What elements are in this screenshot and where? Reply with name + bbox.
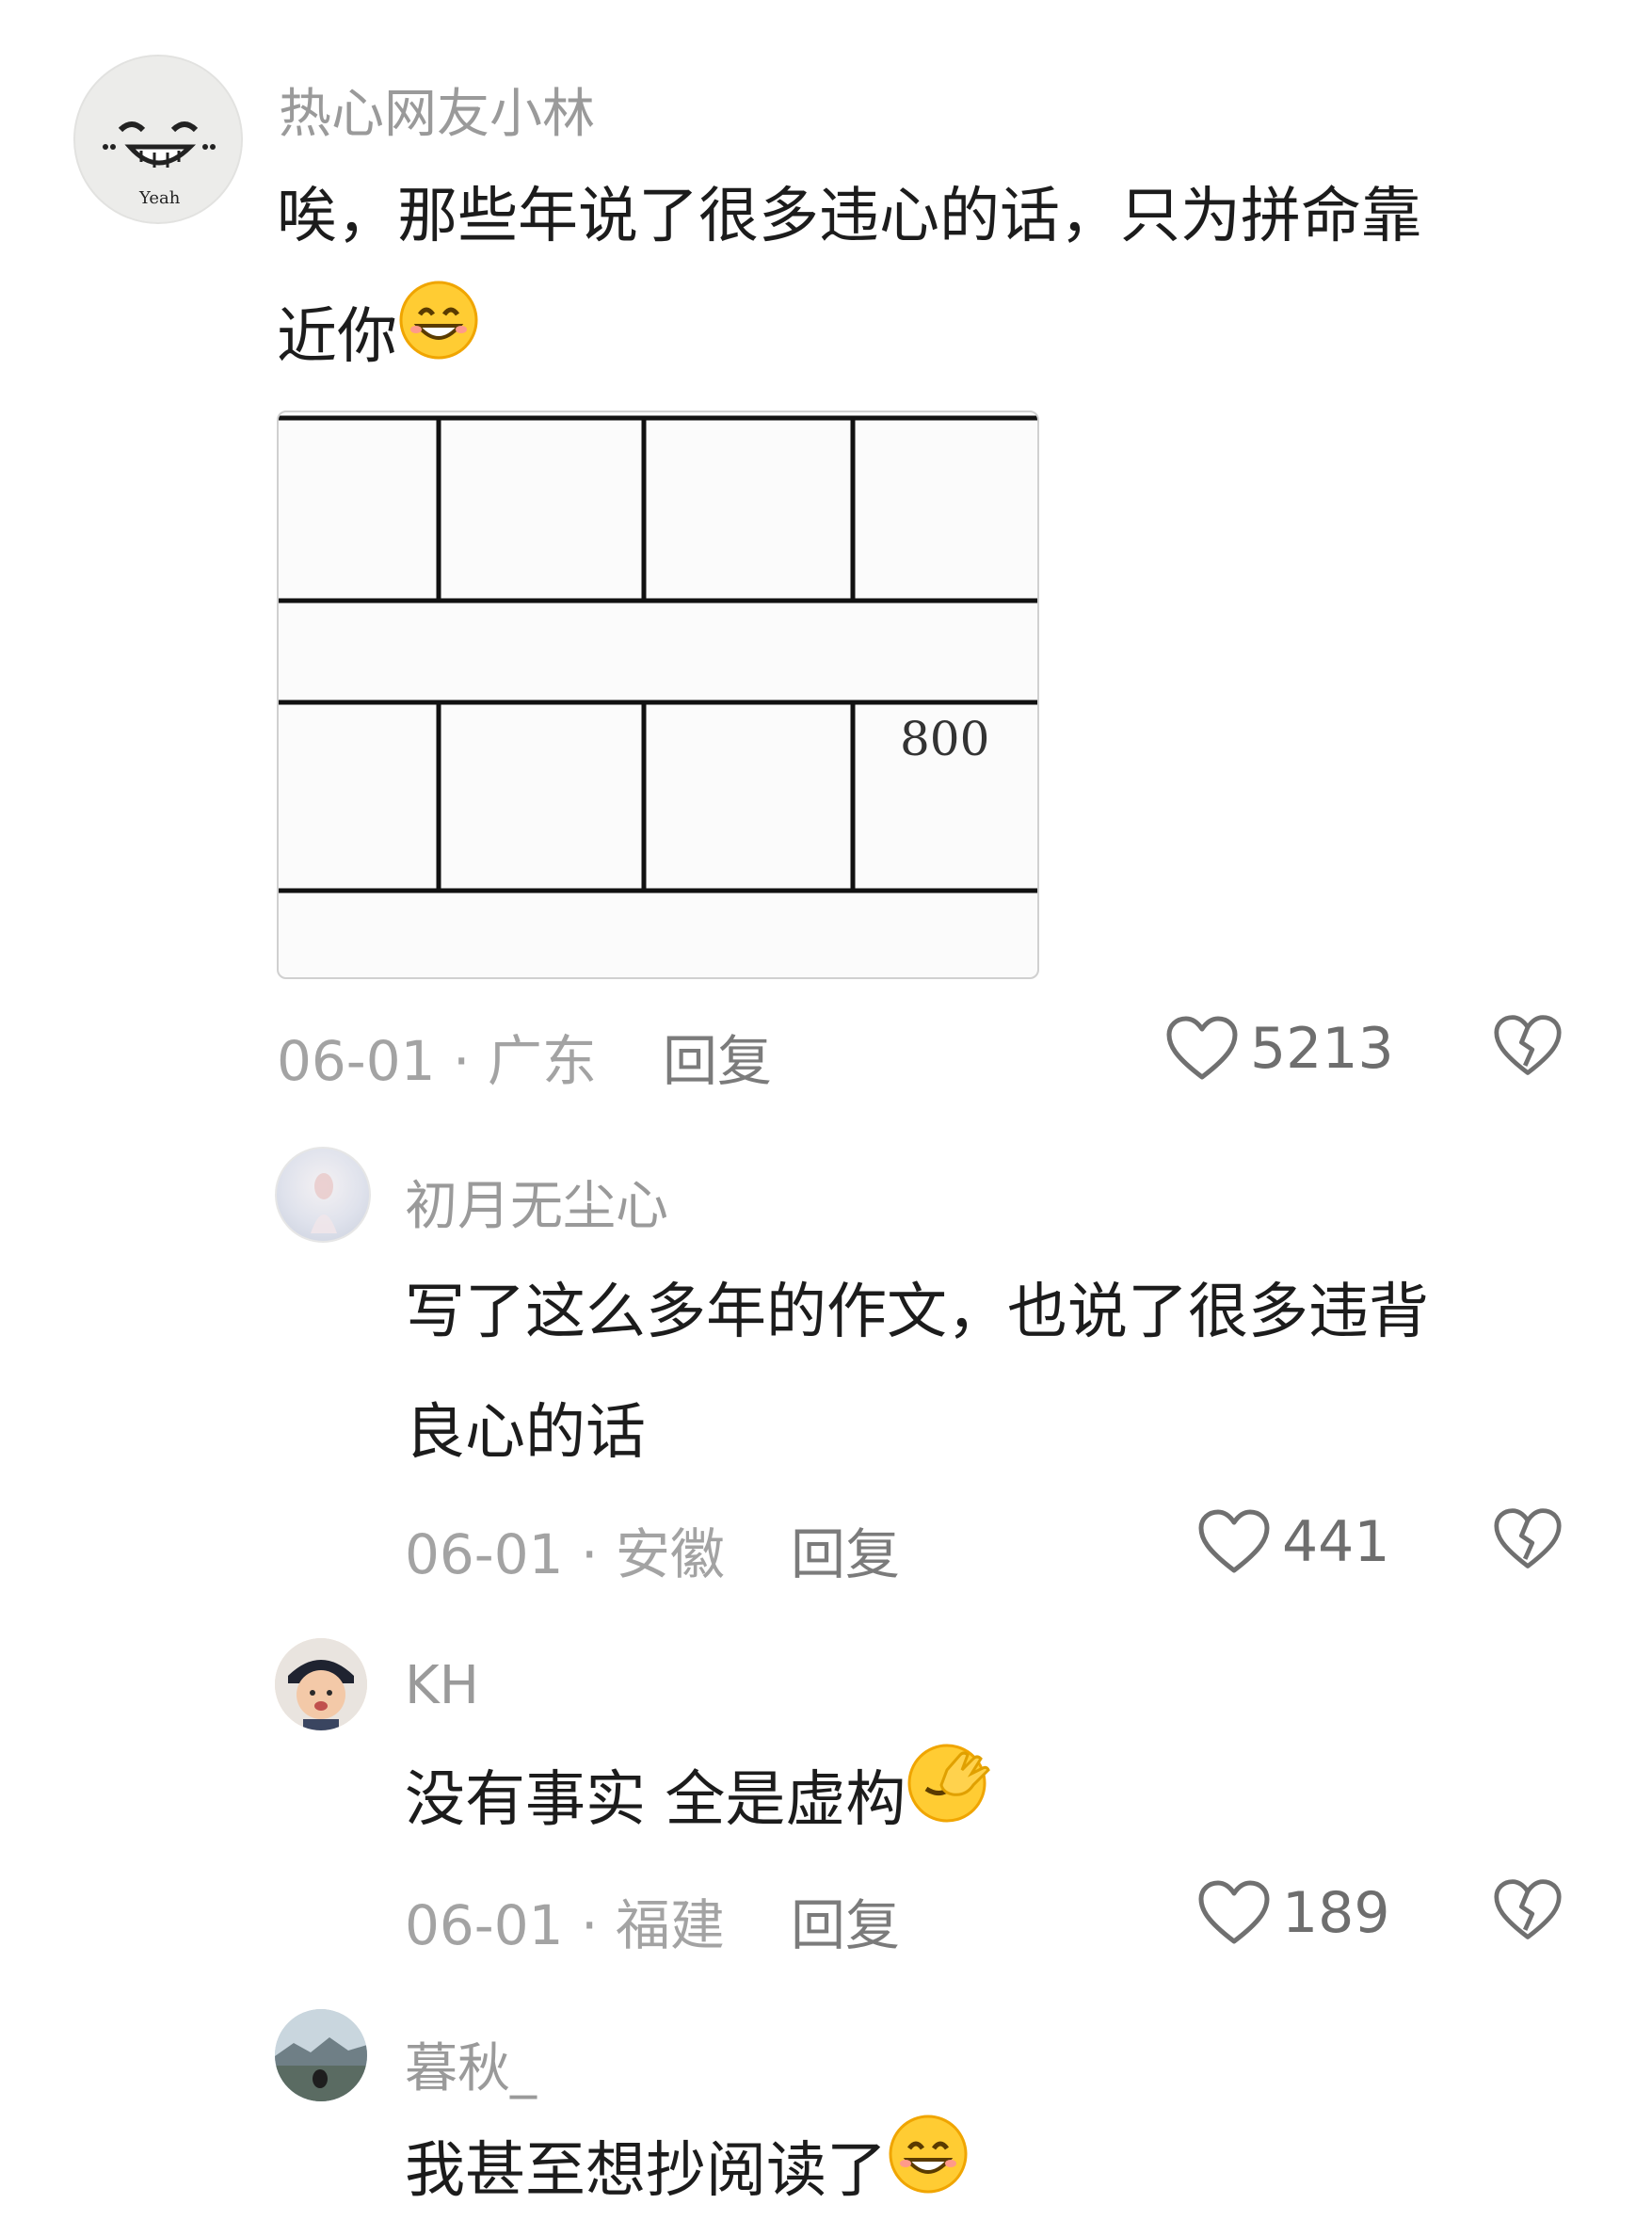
- avatar[interactable]: [275, 1638, 367, 1730]
- avatar[interactable]: Yeah: [73, 55, 243, 224]
- comment-text-line: 我甚至想抄阅读了: [405, 2136, 887, 2206]
- comment-text-line: 良心的话: [405, 1398, 646, 1468]
- comment-meta: 06-01 · 福建: [405, 1881, 725, 1960]
- grinning-face-icon: [887, 2113, 970, 2236]
- grid-label: 800: [900, 712, 990, 766]
- like-button[interactable]: 441: [1197, 1504, 1390, 1580]
- username[interactable]: 初月无尘心: [405, 1164, 668, 1240]
- dislike-button[interactable]: [1493, 1506, 1563, 1576]
- comment-text-line: 写了这么多年的作文，也说了很多违背: [405, 1278, 1429, 1347]
- dislike-button[interactable]: [1493, 1013, 1563, 1083]
- dislike-button[interactable]: [1493, 1877, 1563, 1947]
- comment-region: 广东: [487, 1029, 597, 1093]
- avatar[interactable]: [275, 2009, 367, 2101]
- comment-region: 福建: [615, 1893, 725, 1957]
- comment-text: 写了这么多年的作文，也说了很多违背 良心的话: [405, 1252, 1610, 1493]
- like-count: 441: [1282, 1509, 1390, 1575]
- comment-region: 安徽: [615, 1522, 725, 1586]
- comment-text: 我甚至想抄阅读了: [405, 2111, 970, 2236]
- broken-heart-icon: [1494, 1508, 1562, 1568]
- comment-date: 06-01: [405, 1522, 564, 1586]
- like-button[interactable]: 5213: [1165, 1011, 1394, 1086]
- comment-text: 唉，那些年说了很多违心的话，只为拼命靠 近你: [277, 156, 1595, 402]
- username[interactable]: 热心网友小林: [279, 72, 595, 148]
- reply-button[interactable]: 回复: [791, 1510, 900, 1589]
- comment-text-line: 唉，那些年说了很多违心的话，只为拼命靠: [277, 182, 1421, 251]
- broken-heart-icon: [1494, 1879, 1562, 1939]
- meta-separator: ·: [563, 1893, 616, 1957]
- comment-text-tail: 近你: [277, 302, 397, 372]
- avatar[interactable]: [275, 1147, 371, 1243]
- grinning-face-icon: [397, 279, 480, 402]
- like-button[interactable]: 189: [1197, 1875, 1390, 1951]
- face-with-hand-over-eyes-icon: [906, 1742, 992, 1865]
- comment-text-line: 近你: [277, 277, 1595, 402]
- like-count: 5213: [1250, 1016, 1394, 1082]
- like-count: 189: [1282, 1880, 1390, 1946]
- avatar-caption: Yeah: [139, 188, 181, 208]
- heart-icon: [1198, 1509, 1270, 1573]
- broken-heart-icon: [1494, 1015, 1562, 1075]
- comment-date: 06-01: [277, 1029, 436, 1093]
- reply-button[interactable]: 回复: [791, 1881, 900, 1960]
- reply-button[interactable]: 回复: [663, 1017, 772, 1096]
- heart-icon: [1166, 1016, 1238, 1080]
- grid-paper-image: [279, 415, 1037, 893]
- comment-text: 没有事实 全是虚构: [405, 1740, 992, 1865]
- comment-image[interactable]: 800: [277, 410, 1039, 979]
- child-photo-avatar-icon: [275, 1638, 367, 1730]
- comment-text-line: 没有事实 全是虚构: [405, 1765, 906, 1835]
- username[interactable]: KH: [405, 1655, 479, 1716]
- heart-icon: [1198, 1880, 1270, 1944]
- landscape-avatar-icon: [275, 2009, 367, 2101]
- comment-meta: 06-01 · 安徽: [405, 1510, 725, 1589]
- comment-meta: 06-01 · 广东: [277, 1017, 597, 1096]
- meta-separator: ·: [435, 1029, 488, 1093]
- figure-avatar-icon: [311, 1173, 337, 1233]
- meta-separator: ·: [563, 1522, 616, 1586]
- username[interactable]: 暮秋_: [405, 2026, 537, 2102]
- comment-date: 06-01: [405, 1893, 564, 1957]
